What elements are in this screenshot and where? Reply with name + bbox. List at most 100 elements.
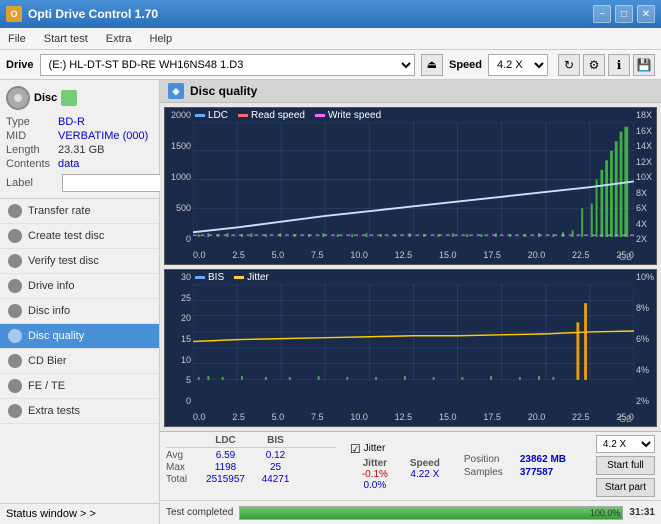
legend-jitter: Jitter	[234, 272, 269, 283]
status-window-label: Status window > >	[6, 508, 96, 520]
stats-area: LDC BIS Avg 6.59 0.12 Max 1198 25 Tota	[160, 431, 661, 500]
app-title: Opti Drive Control 1.70	[28, 7, 158, 21]
create-test-disc-icon	[8, 229, 22, 243]
total-bis: 44271	[253, 474, 298, 485]
sidebar-item-verify-test-disc[interactable]: Verify test disc	[0, 249, 159, 274]
legend-write: Write speed	[315, 110, 381, 121]
nav-label-cd-bier: CD Bier	[28, 355, 67, 367]
sidebar-item-disc-info[interactable]: Disc info	[0, 299, 159, 324]
start-full-button[interactable]: Start full	[596, 456, 655, 475]
sidebar-item-drive-info[interactable]: Drive info	[0, 274, 159, 299]
config-icon[interactable]: ⚙	[583, 54, 605, 76]
sidebar-item-extra-tests[interactable]: Extra tests	[0, 399, 159, 424]
verify-test-disc-icon	[8, 254, 22, 268]
legend-bis-label: BIS	[208, 272, 224, 283]
maximize-button[interactable]: □	[615, 5, 633, 23]
disc-type-row: Type BD-R	[6, 116, 153, 128]
disc-info-icon	[8, 304, 22, 318]
close-button[interactable]: ✕	[637, 5, 655, 23]
disc-mid-row: MID VERBATIMe (000)	[6, 130, 153, 142]
speed-avg: 4.22 X	[400, 469, 450, 480]
status-window-bar[interactable]: Status window > >	[0, 503, 159, 524]
nav-label-extra-tests: Extra tests	[28, 405, 80, 417]
disc-type-key: Type	[6, 116, 58, 128]
sidebar: Disc Type BD-R MID VERBATIMe (000) Lengt…	[0, 80, 160, 524]
jitter-header: Jitter Speed	[350, 458, 450, 469]
info-icon[interactable]: ℹ	[608, 54, 630, 76]
disc-panel-title: Disc	[34, 92, 57, 104]
disc-info-header: Disc	[6, 86, 153, 110]
samples-label: Samples	[464, 467, 516, 478]
sidebar-item-disc-quality[interactable]: Disc quality	[0, 324, 159, 349]
progress-percent: 100.0%	[590, 507, 621, 519]
col-ldc: LDC	[198, 435, 253, 446]
sidebar-item-fe-te[interactable]: FE / TE	[0, 374, 159, 399]
app-icon: O	[6, 6, 22, 22]
label-row: Label ✎	[6, 174, 153, 192]
progress-bar-fill	[240, 507, 622, 519]
disc-quality-icon	[8, 329, 22, 343]
avg-bis: 0.12	[253, 450, 298, 461]
disc-quality-title: Disc quality	[190, 84, 257, 98]
jitter-checkbox[interactable]: ☑	[350, 442, 361, 456]
menu-extra[interactable]: Extra	[102, 31, 136, 47]
chart-top-svg	[193, 122, 634, 237]
stats-total-row: Total 2515957 44271	[166, 474, 336, 485]
nav-label-create-test-disc: Create test disc	[28, 230, 104, 242]
chart-bottom: BIS Jitter 302520151050 10%8%6%4%2%	[164, 269, 657, 427]
minimize-button[interactable]: −	[593, 5, 611, 23]
time-label: 31:31	[629, 507, 655, 518]
chart-top-x-unit: GB	[619, 252, 632, 262]
toolbar-icons: ↻ ⚙ ℹ 💾	[558, 54, 655, 76]
stats-header: LDC BIS	[166, 435, 336, 448]
jitter-max: 0.0%	[350, 480, 400, 491]
disc-contents-key: Contents	[6, 158, 58, 170]
drive-label: Drive	[6, 59, 34, 71]
legend-read: Read speed	[238, 110, 305, 121]
chart-top-y-left: 2000150010005000	[165, 108, 193, 244]
menu-file[interactable]: File	[4, 31, 30, 47]
drive-select[interactable]: (E:) HL-DT-ST BD-RE WH16NS48 1.D3	[40, 54, 415, 76]
col-bis: BIS	[253, 435, 298, 446]
disc-mid-val: VERBATIMe (000)	[58, 130, 148, 142]
max-label: Max	[166, 462, 198, 473]
save-icon[interactable]: 💾	[633, 54, 655, 76]
nav-label-disc-info: Disc info	[28, 305, 70, 317]
jitter-avg: -0.1%	[350, 469, 400, 480]
disc-quality-icon-header: ◈	[168, 83, 184, 99]
disc-length-key: Length	[6, 144, 58, 156]
legend-ldc-label: LDC	[208, 110, 228, 121]
sidebar-item-transfer-rate[interactable]: Transfer rate	[0, 199, 159, 224]
stats-table: LDC BIS Avg 6.59 0.12 Max 1198 25 Tota	[166, 435, 336, 497]
disc-length-row: Length 23.31 GB	[6, 144, 153, 156]
disc-length-val: 23.31 GB	[58, 144, 104, 156]
jitter-avg-row: -0.1% 4.22 X	[350, 469, 450, 480]
label-key: Label	[6, 177, 58, 189]
legend-ldc: LDC	[195, 110, 228, 121]
nav-label-fe-te: FE / TE	[28, 380, 65, 392]
disc-type-val: BD-R	[58, 116, 85, 128]
jitter-check-row: ☑ Jitter	[350, 442, 450, 456]
nav-label-verify-test-disc: Verify test disc	[28, 255, 99, 267]
speed-select[interactable]: 4.2 X	[488, 54, 548, 76]
menu-start-test[interactable]: Start test	[40, 31, 92, 47]
speed-dropdown[interactable]: 4.2 X	[596, 435, 655, 453]
eject-button[interactable]: ⏏	[421, 54, 443, 76]
speed-label: Speed	[449, 59, 482, 71]
samples-val: 377587	[520, 467, 553, 478]
legend-write-label: Write speed	[328, 110, 381, 121]
disc-info-panel: Disc Type BD-R MID VERBATIMe (000) Lengt…	[0, 80, 159, 199]
chart-top: LDC Read speed Write speed 2000150010005…	[164, 107, 657, 265]
chart-top-y-right: 18X16X14X12X10X8X6X4X2X	[634, 108, 656, 244]
main-content: ◈ Disc quality LDC Read speed	[160, 80, 661, 524]
max-bis: 25	[253, 462, 298, 473]
legend-bis: BIS	[195, 272, 224, 283]
jitter-label: Jitter	[364, 443, 386, 454]
menu-help[interactable]: Help	[145, 31, 176, 47]
sidebar-item-cd-bier[interactable]: CD Bier	[0, 349, 159, 374]
start-part-button[interactable]: Start part	[596, 478, 655, 497]
refresh-icon[interactable]: ↻	[558, 54, 580, 76]
position-label: Position	[464, 454, 516, 465]
disc-contents-row: Contents data	[6, 158, 153, 170]
sidebar-item-create-test-disc[interactable]: Create test disc	[0, 224, 159, 249]
